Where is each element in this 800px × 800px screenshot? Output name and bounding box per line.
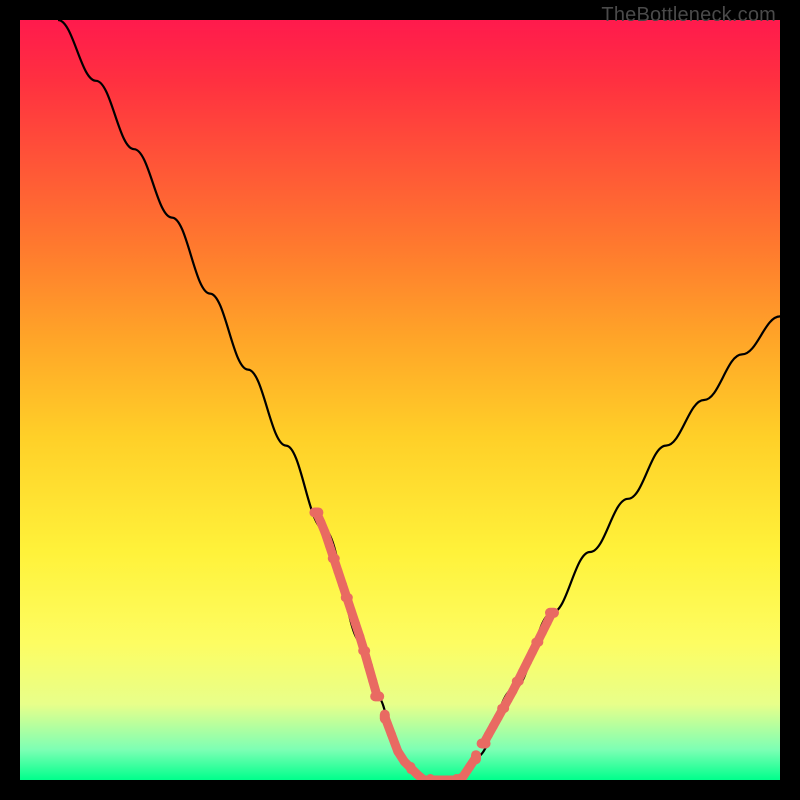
highlight-cap — [477, 739, 491, 749]
chart-svg — [20, 20, 780, 780]
highlight-cap — [341, 593, 353, 602]
watermark-text: TheBottleneck.com — [601, 4, 776, 27]
highlight-markers — [309, 507, 559, 780]
highlight-cap — [380, 710, 390, 724]
chart-plot-area — [20, 20, 780, 780]
highlight-cap — [426, 774, 435, 780]
highlight-cap — [370, 691, 384, 701]
bottleneck-curve — [58, 20, 780, 780]
highlight-cap — [497, 704, 509, 713]
highlight-cap — [309, 507, 323, 517]
highlight-cap — [471, 750, 481, 764]
highlight-cap — [531, 638, 543, 647]
highlight-cap — [512, 677, 524, 686]
highlight-cap — [358, 646, 370, 655]
chart-frame: TheBottleneck.com — [0, 0, 800, 800]
highlight-cap — [406, 762, 415, 774]
highlight-cap — [328, 554, 340, 563]
highlight-cap — [545, 608, 559, 618]
